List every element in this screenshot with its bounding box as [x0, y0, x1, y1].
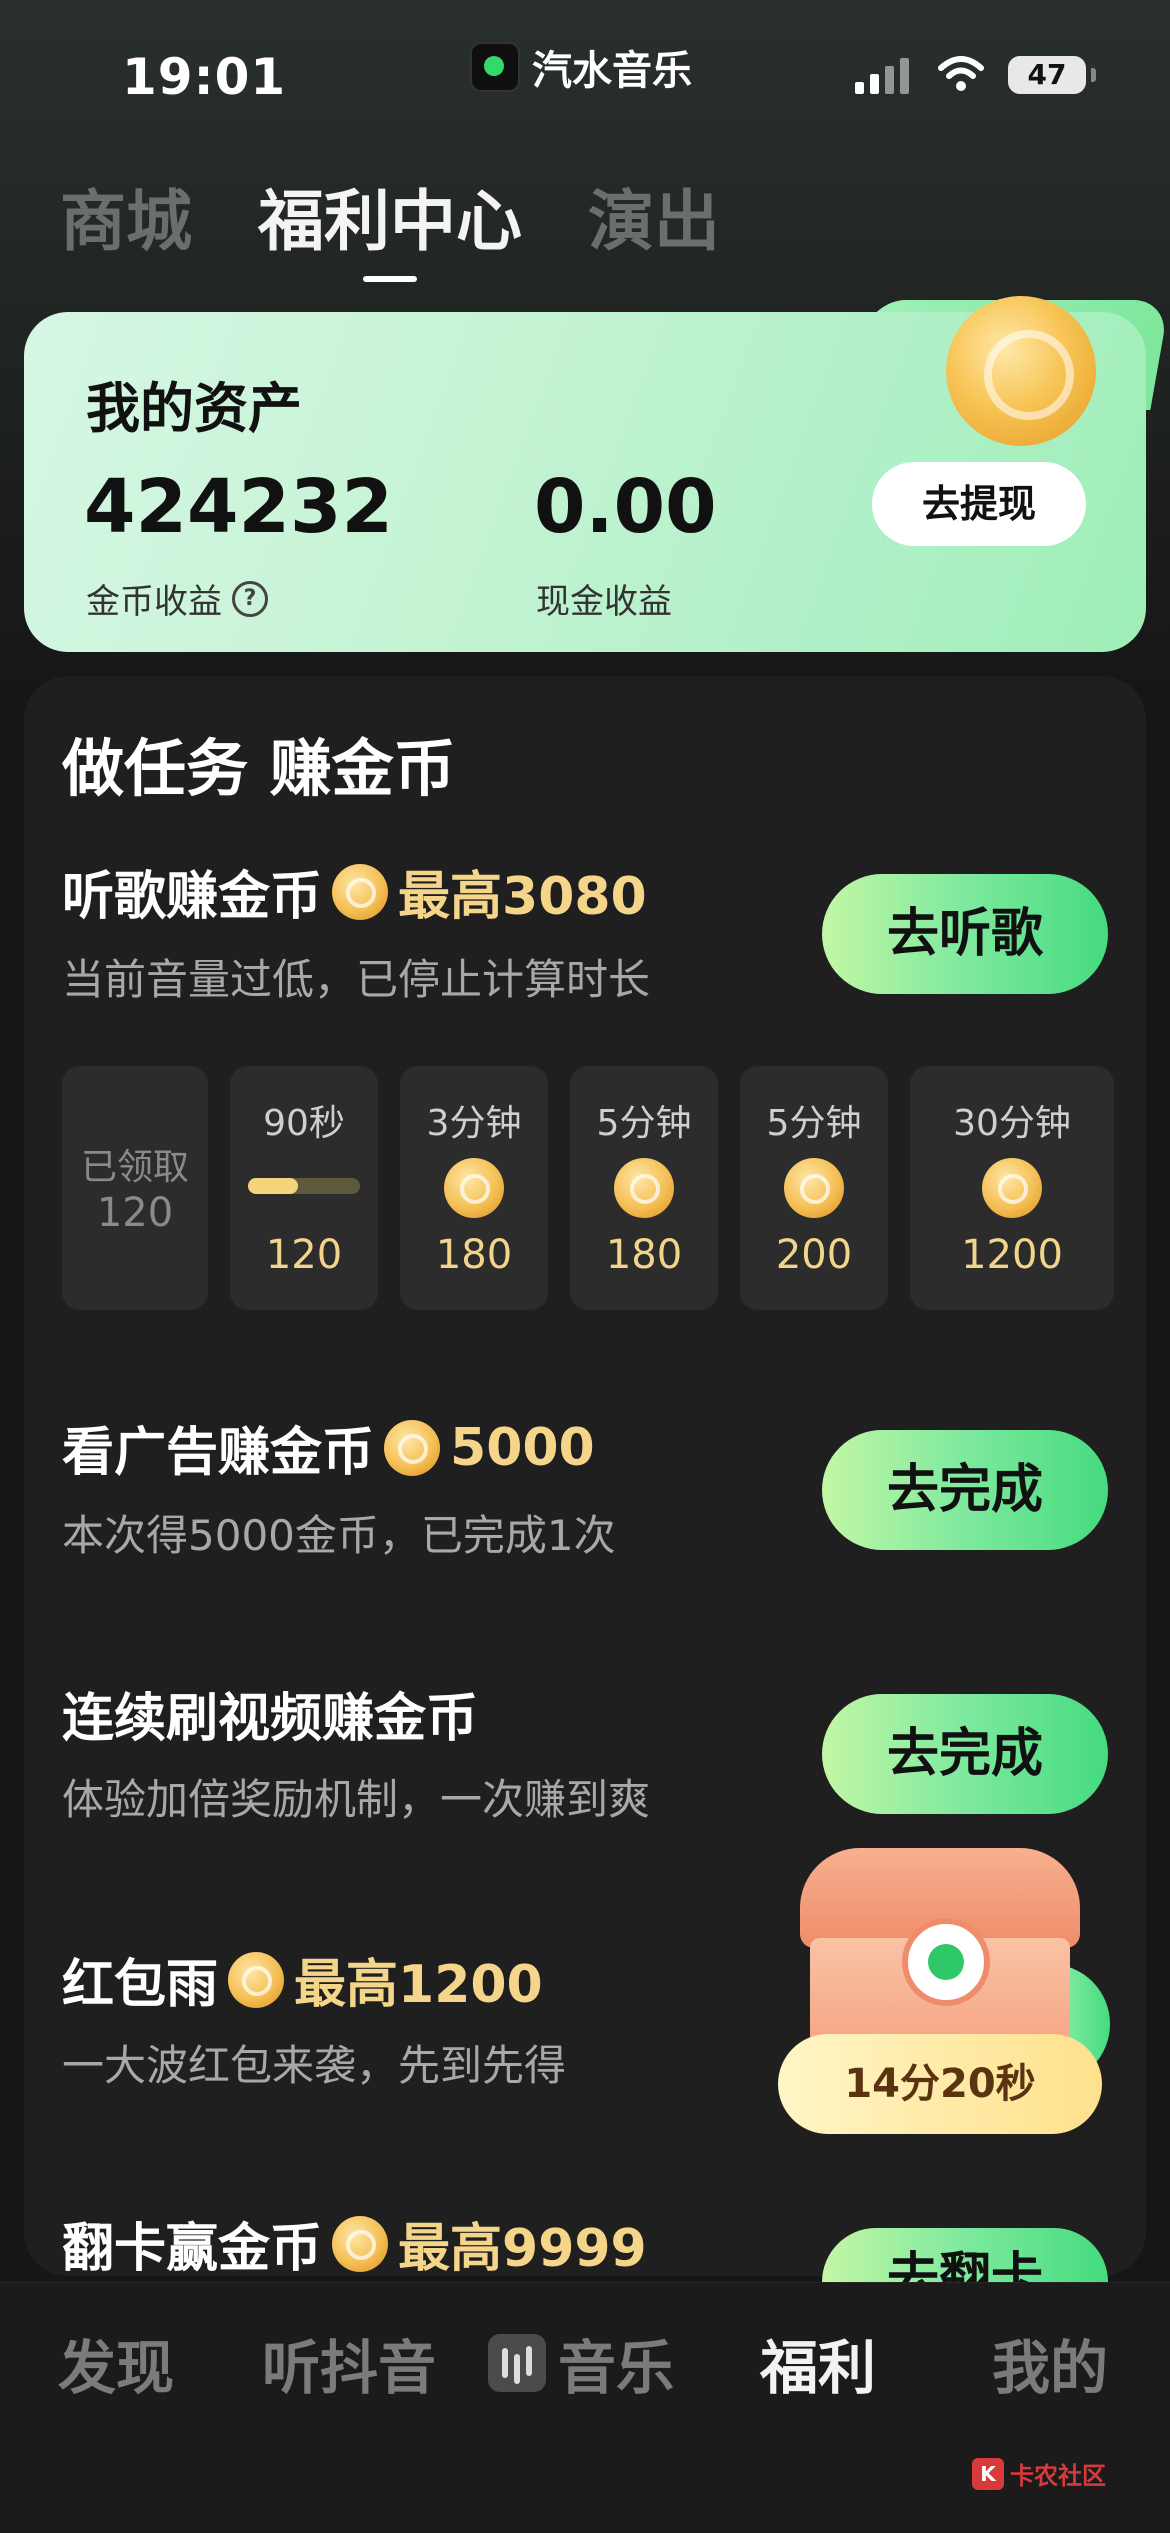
coin-label: 金币收益 ?	[86, 574, 268, 623]
app-name: 汽水音乐	[532, 48, 692, 94]
milestone-label: 90秒	[263, 1103, 345, 1144]
milestone-item[interactable]: 5分钟 180	[570, 1066, 718, 1310]
video-complete-button[interactable]: 去完成	[822, 1694, 1108, 1814]
coin-icon	[784, 1158, 844, 1218]
coin-balance: 424232	[84, 464, 393, 550]
listen-button[interactable]: 去听歌	[822, 874, 1108, 994]
redpack-task-title: 红包雨 最高1200	[62, 1942, 543, 2017]
ad-task-label: 看广告赚金币	[62, 1423, 375, 1483]
cash-label: 现金收益	[536, 582, 672, 622]
listen-task-title: 听歌赚金币 最高3080	[62, 854, 647, 929]
music-icon	[488, 2334, 546, 2392]
milestone-label: 30分钟	[953, 1103, 1071, 1144]
milestone-progress	[248, 1178, 360, 1194]
nav-label: 听抖音	[262, 2334, 437, 2402]
help-icon[interactable]: ?	[232, 580, 268, 617]
flip-task-title: 翻卡赢金币 最高9999	[62, 2206, 647, 2281]
ad-task-title: 看广告赚金币 5000	[62, 1410, 595, 1485]
redpack-task-reward: 最高1200	[294, 1955, 543, 2015]
coin-icon	[332, 2215, 389, 2272]
coin-icon	[384, 1419, 441, 1476]
nav-discover[interactable]: 发现	[58, 2321, 174, 2405]
milestone-item[interactable]: 90秒 120	[230, 1066, 378, 1310]
wifi-icon	[938, 56, 984, 91]
listen-task-label: 听歌赚金币	[62, 867, 323, 927]
milestone-value: 1200	[961, 1232, 1063, 1278]
app-indicator: 汽水音乐	[470, 38, 692, 96]
tab-welfare-center[interactable]: 福利中心	[258, 168, 522, 282]
video-task-subtitle: 体验加倍奖励机制，一次赚到爽	[62, 1775, 651, 1824]
milestone-label: 3分钟	[426, 1103, 522, 1144]
ad-complete-button[interactable]: 去完成	[822, 1430, 1108, 1550]
milestone-value: 200	[775, 1232, 853, 1278]
watermark: K 卡农社区	[972, 2456, 1106, 2491]
milestone-value: 120	[265, 1232, 343, 1278]
status-time: 19:01	[122, 48, 287, 106]
top-tabs: 商城 福利中心 演出	[60, 168, 720, 282]
redpack-task-subtitle: 一大波红包来袭，先到先得	[62, 2041, 567, 2090]
milestone-claimed: 已领取 120	[62, 1066, 208, 1310]
milestone-item[interactable]: 30分钟 1200	[910, 1066, 1114, 1310]
milestone-item[interactable]: 3分钟 180	[400, 1066, 548, 1310]
milestone-label: 5分钟	[766, 1103, 862, 1144]
watermark-text: 卡农社区	[1010, 2462, 1106, 2490]
flip-button[interactable]: 去翻卡	[822, 2228, 1108, 2282]
coin-icon	[228, 1951, 285, 2008]
milestone-label: 已领取	[80, 1147, 189, 1188]
milestone-item[interactable]: 5分钟 200	[740, 1066, 888, 1310]
coin-decoration-icon	[946, 296, 1096, 446]
tab-shows[interactable]: 演出	[588, 168, 720, 264]
milestone-value: 120	[96, 1190, 174, 1236]
tasks-title: 做任务 赚金币	[62, 732, 456, 805]
nav-label: 我的	[992, 2334, 1109, 2402]
nav-label: 福利	[760, 2334, 877, 2402]
listen-task-reward: 最高3080	[398, 867, 647, 927]
chest-music-icon	[902, 1918, 990, 2006]
coin-label-text: 金币收益	[86, 582, 222, 622]
assets-title: 我的资产	[86, 364, 342, 447]
coin-icon	[444, 1158, 504, 1218]
nav-label: 发现	[58, 2334, 175, 2402]
nav-welfare[interactable]: 福利	[760, 2321, 876, 2405]
tab-mall[interactable]: 商城	[60, 168, 192, 264]
watermark-logo-icon: K	[972, 2457, 1004, 2490]
listen-milestones: 已领取 120 90秒 120 3分钟 180 5分钟 180 5分钟 200 …	[62, 1066, 1114, 1310]
battery-icon: 47	[1008, 56, 1096, 94]
app-logo-icon	[470, 42, 520, 92]
redpack-task-label: 红包雨	[62, 1955, 219, 2015]
video-task-title: 连续刷视频赚金币	[62, 1676, 478, 1751]
milestone-value: 180	[605, 1232, 683, 1278]
milestone-label: 5分钟	[596, 1103, 692, 1144]
coin-icon	[614, 1158, 674, 1218]
nav-music[interactable]: 音乐	[488, 2321, 674, 2405]
flip-task-reward: 最高9999	[398, 2219, 647, 2279]
nav-mine[interactable]: 我的	[992, 2321, 1108, 2405]
bottom-nav: 发现 听抖音 音乐 福利 我的	[0, 2282, 1170, 2533]
ad-task-reward: 5000	[450, 1417, 595, 1478]
milestone-value: 180	[435, 1232, 513, 1278]
cash-balance: 0.00	[534, 464, 717, 550]
treasure-chest-icon[interactable]	[790, 1848, 1090, 2048]
listen-task-subtitle: 当前音量过低，已停止计算时长	[62, 955, 651, 1004]
coin-icon	[332, 863, 389, 920]
signal-icon	[855, 58, 909, 94]
flip-task-label: 翻卡赢金币	[62, 2219, 323, 2279]
treasure-timer[interactable]: 14分20秒	[778, 2034, 1102, 2134]
coin-stack-icon	[982, 1158, 1042, 1218]
status-bar: 19:01 汽水音乐 47	[0, 0, 1170, 140]
milestone-progress-fill	[248, 1178, 299, 1194]
withdraw-button[interactable]: 去提现	[872, 462, 1086, 546]
nav-douyin[interactable]: 听抖音	[262, 2321, 436, 2405]
ad-task-subtitle: 本次得5000金币，已完成1次	[62, 1511, 616, 1560]
video-task-label: 连续刷视频赚金币	[62, 1689, 479, 1749]
nav-label: 音乐	[558, 2334, 675, 2402]
